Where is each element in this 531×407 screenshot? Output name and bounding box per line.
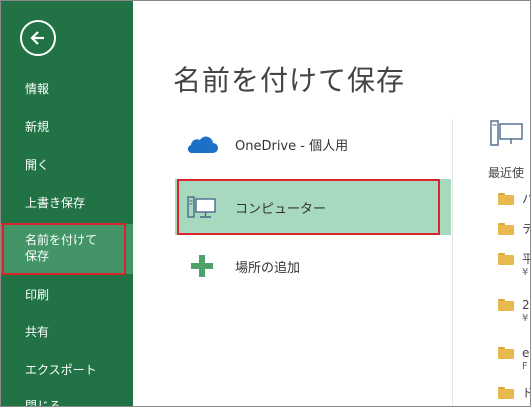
nav-item-share[interactable]: 共有 bbox=[1, 324, 133, 340]
folder-icon bbox=[498, 223, 514, 235]
nav-item-export[interactable]: エクスポート bbox=[1, 362, 133, 378]
folder-icon bbox=[498, 193, 514, 205]
back-arrow-icon bbox=[30, 31, 44, 45]
nav-item-label: 共有 bbox=[25, 325, 50, 339]
folder-name: ハ bbox=[522, 191, 530, 207]
place-computer[interactable]: コンピューター bbox=[175, 179, 451, 235]
recent-folder-item[interactable]: テ bbox=[498, 221, 530, 237]
folder-name: 2 bbox=[522, 298, 530, 312]
nav-item-label: エクスポート bbox=[25, 363, 97, 377]
folder-icon bbox=[498, 299, 514, 311]
recent-folder-item[interactable]: e F bbox=[498, 345, 529, 373]
page-title: 名前を付けて保存 bbox=[173, 64, 406, 97]
save-as-panel: 名前を付けて保存 OneDrive - 個人用 コンピューター 場所の追加 最近… bbox=[133, 1, 530, 406]
backstage-window: 情報 新規 開く 上書き保存 名前を付けて 保存 印刷 共有 エクスポート 閉じ… bbox=[0, 0, 531, 407]
folder-path: ¥ bbox=[522, 267, 529, 278]
nav-item-label: 新規 bbox=[25, 120, 50, 134]
nav-item-open[interactable]: 開く bbox=[1, 157, 133, 173]
folder-path: F bbox=[522, 361, 528, 372]
recent-folder-item[interactable]: 2 ¥ bbox=[498, 297, 530, 325]
recent-folder-item[interactable]: ド bbox=[498, 385, 530, 401]
place-add-location[interactable]: 場所の追加 bbox=[175, 238, 451, 294]
folder-icon bbox=[498, 387, 514, 399]
nav-item-save-as[interactable]: 名前を付けて 保存 bbox=[1, 224, 133, 274]
backstage-sidebar: 情報 新規 開く 上書き保存 名前を付けて 保存 印刷 共有 エクスポート 閉じ… bbox=[1, 1, 133, 407]
folder-path: ¥ bbox=[522, 313, 529, 324]
nav-item-label: 保存 bbox=[25, 249, 50, 263]
nav-item-label: 印刷 bbox=[25, 288, 50, 302]
folder-name: テ bbox=[522, 221, 530, 237]
folder-name: ド bbox=[522, 385, 530, 401]
place-label: OneDrive - 個人用 bbox=[235, 138, 349, 154]
nav-item-label: 閉じる bbox=[25, 399, 62, 407]
nav-item-new[interactable]: 新規 bbox=[1, 119, 133, 135]
computer-icon bbox=[179, 187, 225, 227]
recent-folders-pane: 最近使 ハ テ 平 ¥ 2 ¥ bbox=[488, 119, 530, 406]
place-label: 場所の追加 bbox=[235, 260, 301, 276]
cloud-icon bbox=[179, 124, 225, 164]
nav-item-close[interactable]: 閉じる bbox=[1, 398, 133, 407]
nav-item-label: 開く bbox=[25, 158, 50, 172]
pane-divider bbox=[452, 119, 453, 406]
plus-icon bbox=[179, 246, 225, 286]
nav-item-print[interactable]: 印刷 bbox=[1, 287, 133, 303]
nav-item-label: 名前を付けて bbox=[25, 233, 98, 247]
computer-icon bbox=[490, 119, 524, 153]
recent-folder-item[interactable]: ハ bbox=[498, 191, 530, 207]
place-onedrive[interactable]: OneDrive - 個人用 bbox=[175, 116, 451, 172]
nav-item-info[interactable]: 情報 bbox=[1, 81, 133, 97]
recent-folder-item[interactable]: 平 ¥ bbox=[498, 251, 530, 279]
recent-folders-header: 最近使 bbox=[488, 166, 525, 180]
folder-icon bbox=[498, 253, 514, 265]
folder-icon bbox=[498, 347, 514, 359]
nav-item-label: 上書き保存 bbox=[25, 196, 86, 210]
folder-name: e bbox=[522, 346, 530, 360]
nav-item-save[interactable]: 上書き保存 bbox=[1, 195, 133, 211]
nav-item-label: 情報 bbox=[25, 82, 50, 96]
back-button[interactable] bbox=[20, 20, 56, 56]
folder-name: 平 bbox=[522, 251, 530, 267]
place-label: コンピューター bbox=[235, 201, 327, 217]
